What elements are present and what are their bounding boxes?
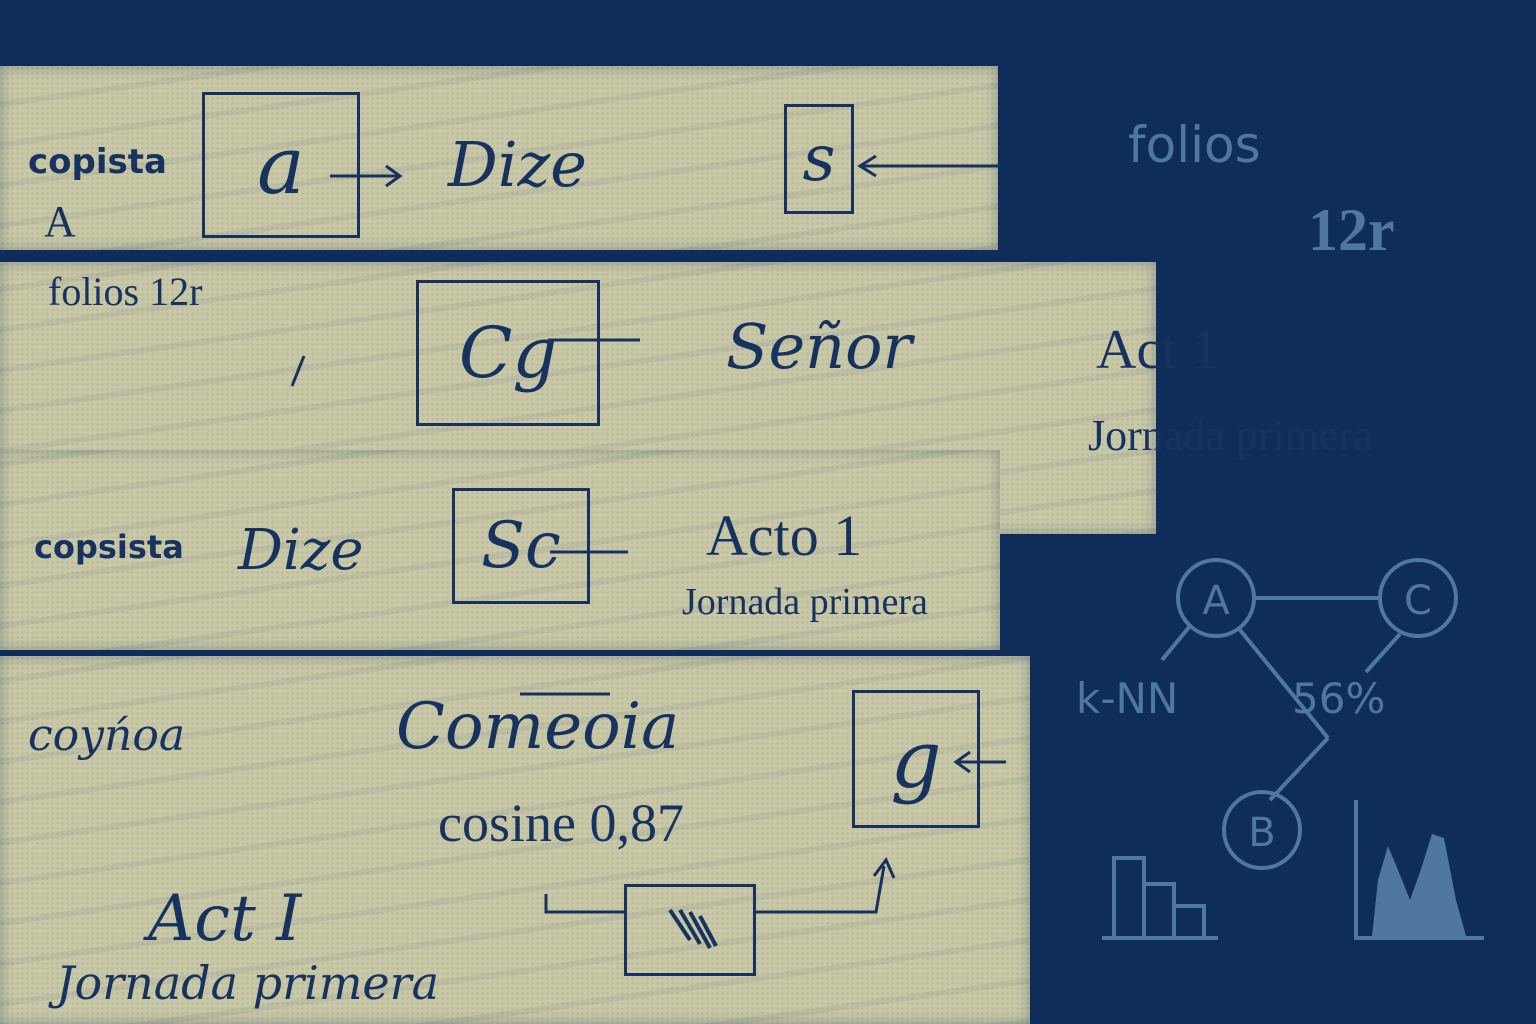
node-c-label: C (1404, 578, 1432, 624)
node-b-label: B (1248, 810, 1275, 856)
density-chart-icon (1354, 800, 1484, 940)
knn-graph: A C B (1102, 558, 1484, 940)
bar-chart-icon (1102, 856, 1218, 940)
node-a-label: A (1202, 578, 1230, 624)
